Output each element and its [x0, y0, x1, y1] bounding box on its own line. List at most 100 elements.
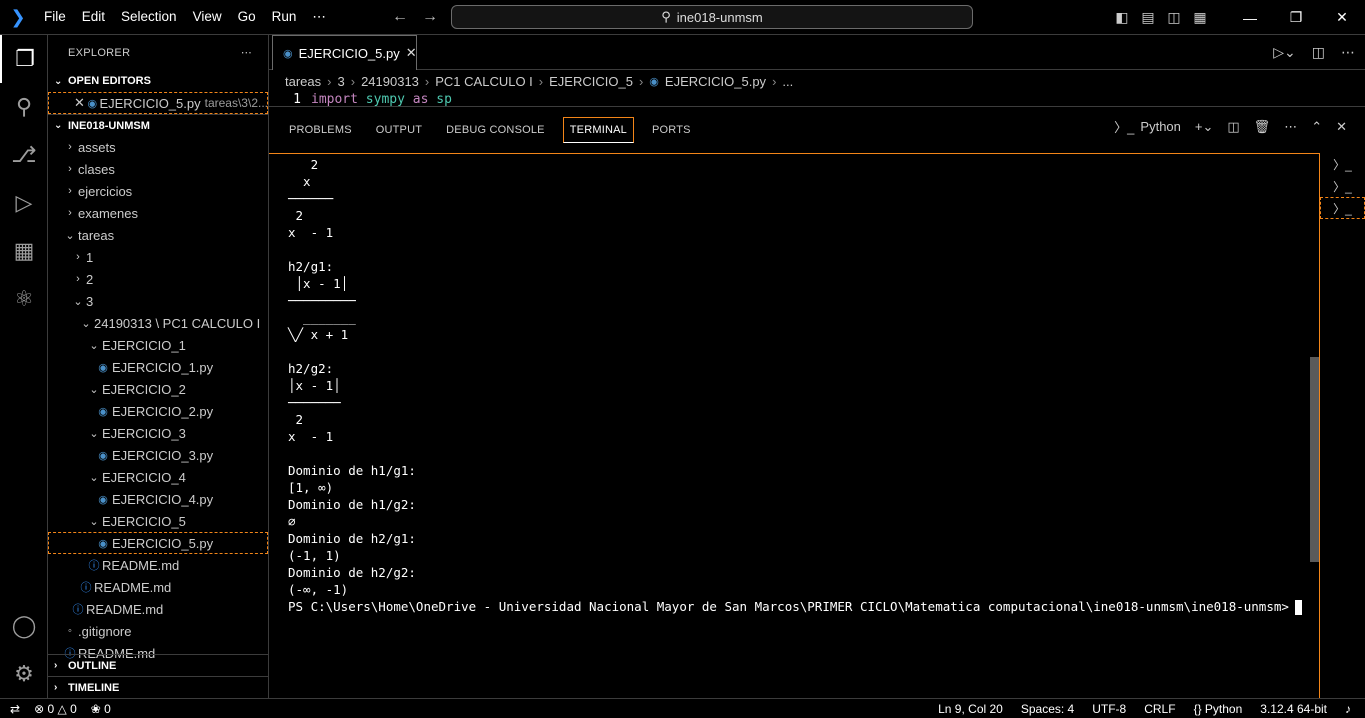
close-icon[interactable]: ✕: [74, 95, 85, 111]
command-center-search[interactable]: ⚲ ine018-unmsm: [451, 5, 973, 29]
source-control-icon[interactable]: ⎇: [0, 131, 48, 179]
toggle-panel-icon[interactable]: ▤: [1135, 9, 1161, 26]
minimize-button[interactable]: —: [1227, 10, 1273, 26]
split-editor-icon[interactable]: ◫: [1312, 44, 1325, 61]
tree-file[interactable]: ◉ EJERCICIO_4.py: [48, 488, 268, 510]
tree-folder[interactable]: ⌄ 3: [48, 290, 268, 312]
indentation[interactable]: Spaces: 4: [1021, 702, 1074, 716]
tree-file[interactable]: ◉ EJERCICIO_5.py: [48, 532, 268, 554]
settings-gear-icon[interactable]: ⚙: [0, 650, 48, 698]
terminal-output[interactable]: 2 x ────── 2x - 1 h2/g1: │x - 1│ ───────── …: [269, 153, 1320, 699]
toggle-secondary-sidebar-icon[interactable]: ◫: [1161, 9, 1187, 26]
toggle-sidebar-icon[interactable]: ◧: [1109, 9, 1135, 26]
back-arrow-icon[interactable]: ←: [392, 8, 408, 26]
language-mode[interactable]: {} Python: [1194, 702, 1243, 716]
menu-selection[interactable]: Selection: [113, 9, 185, 25]
new-terminal-icon[interactable]: +⌄: [1195, 119, 1213, 135]
close-tab-icon[interactable]: ✕: [406, 45, 417, 61]
tab-ports[interactable]: PORTS: [646, 118, 697, 142]
tree-folder[interactable]: › ejercicios: [48, 180, 268, 202]
accounts-icon[interactable]: ◯: [0, 602, 48, 650]
split-terminal-icon[interactable]: ◫: [1227, 119, 1239, 135]
encoding[interactable]: UTF-8: [1092, 702, 1126, 716]
remote-icon[interactable]: ⇄: [10, 702, 20, 716]
terminal-instance-icon[interactable]: 〉_: [1320, 175, 1365, 197]
run-file-icon[interactable]: ▷⌄: [1273, 44, 1296, 61]
tab-problems[interactable]: PROBLEMS: [283, 118, 358, 142]
tree-folder[interactable]: › clases: [48, 158, 268, 180]
menu-view[interactable]: View: [185, 9, 230, 25]
tree-file[interactable]: ◉ EJERCICIO_2.py: [48, 400, 268, 422]
tree-file[interactable]: ⓘ README.md: [48, 598, 268, 620]
breadcrumb-item[interactable]: tareas: [285, 74, 321, 89]
forward-arrow-icon[interactable]: →: [422, 8, 438, 26]
maximize-panel-icon[interactable]: ⌃: [1311, 119, 1322, 135]
breadcrumb-item[interactable]: EJERCICIO_5.py: [665, 74, 766, 89]
more-actions-icon[interactable]: ⋯: [1341, 44, 1355, 61]
tree-folder[interactable]: ⌄ 24190313 \ PC1 CALCULO I: [48, 312, 268, 334]
menu-more[interactable]: ⋯: [304, 9, 334, 25]
tab-output[interactable]: OUTPUT: [370, 118, 428, 142]
extensions-icon[interactable]: ▦: [0, 227, 48, 275]
tree-folder[interactable]: › 2: [48, 268, 268, 290]
tree-folder[interactable]: ⌄ EJERCICIO_4: [48, 466, 268, 488]
tree-folder[interactable]: ⌄ tareas: [48, 224, 268, 246]
search-view-icon[interactable]: ⚲: [0, 83, 48, 131]
tree-file[interactable]: ⓘ README.md: [48, 554, 268, 576]
tab-ejercicio-5[interactable]: ◉ EJERCICIO_5.py ✕: [272, 35, 417, 70]
cursor-position[interactable]: Ln 9, Col 20: [938, 702, 1003, 716]
workspace-section[interactable]: ⌄ INE018-UNMSM: [48, 114, 268, 136]
close-panel-icon[interactable]: ✕: [1336, 119, 1347, 135]
terminal-scrollbar[interactable]: [1310, 357, 1319, 562]
markdown-file-icon: ⓘ: [88, 560, 100, 572]
tree-folder[interactable]: ⌄ EJERCICIO_1: [48, 334, 268, 356]
terminal-instance-icon[interactable]: 〉_: [1320, 197, 1365, 219]
breadcrumb-item[interactable]: ...: [782, 74, 793, 89]
tree-folder[interactable]: › assets: [48, 136, 268, 158]
tree-file[interactable]: ⓘ README.md: [48, 576, 268, 598]
shell-label[interactable]: Python: [1140, 119, 1180, 134]
menu-run[interactable]: Run: [264, 9, 305, 25]
python-interpreter[interactable]: 3.12.4 64-bit: [1260, 702, 1327, 716]
menu-edit[interactable]: Edit: [74, 9, 113, 25]
tree-folder[interactable]: › 1: [48, 246, 268, 268]
breadcrumb-item[interactable]: 24190313: [361, 74, 419, 89]
terminal-line: ─────────: [288, 293, 356, 308]
problems-status[interactable]: ⊗ 0 △ 0: [34, 702, 77, 716]
run-debug-icon[interactable]: ▷: [0, 179, 48, 227]
end-of-line[interactable]: CRLF: [1144, 702, 1175, 716]
tree-folder[interactable]: ⌄ EJERCICIO_5: [48, 510, 268, 532]
tree-folder[interactable]: ⌄ EJERCICIO_3: [48, 422, 268, 444]
tab-terminal[interactable]: TERMINAL: [562, 117, 634, 143]
notifications-bell-icon[interactable]: ♪: [1345, 702, 1351, 716]
terminal-instance-icon[interactable]: 〉_: [1320, 153, 1365, 175]
chevron-down-icon: ⌄: [81, 317, 91, 330]
outline-section[interactable]: › OUTLINE: [48, 654, 268, 676]
testing-icon[interactable]: ⚛: [0, 275, 48, 323]
open-editors-section[interactable]: ⌄ OPEN EDITORS: [48, 70, 268, 92]
more-actions-icon[interactable]: ⋯: [1284, 119, 1297, 135]
bottom-panel: PROBLEMS OUTPUT DEBUG CONSOLE TERMINAL P…: [269, 106, 1365, 699]
explorer-icon[interactable]: ❐: [0, 35, 48, 83]
tree-file[interactable]: ◦ .gitignore: [48, 620, 268, 642]
timeline-section[interactable]: › TIMELINE: [48, 676, 268, 698]
tree-folder[interactable]: › examenes: [48, 202, 268, 224]
breadcrumb-item[interactable]: 3: [337, 74, 344, 89]
breadcrumb-item[interactable]: EJERCICIO_5: [549, 74, 633, 89]
kill-terminal-icon[interactable]: 🗑: [1254, 119, 1271, 135]
breadcrumb-item[interactable]: PC1 CALCULO I: [435, 74, 533, 89]
close-window-button[interactable]: ✕: [1319, 9, 1365, 26]
restore-button[interactable]: ❐: [1273, 9, 1319, 26]
terminal-prompt: PS C:\Users\Home\OneDrive - Universidad …: [288, 599, 1289, 614]
ports-status[interactable]: ❀ 0: [91, 702, 111, 716]
menu-file[interactable]: File: [36, 9, 74, 25]
open-editor-item[interactable]: ✕ ◉ EJERCICIO_5.py tareas\3\2...: [48, 92, 268, 114]
tree-file[interactable]: ◉ EJERCICIO_3.py: [48, 444, 268, 466]
code-line[interactable]: 1 import sympy as sp: [269, 92, 1365, 106]
customize-layout-icon[interactable]: ▦: [1187, 9, 1213, 26]
menu-go[interactable]: Go: [230, 9, 264, 25]
tree-folder[interactable]: ⌄ EJERCICIO_2: [48, 378, 268, 400]
tree-file[interactable]: ◉ EJERCICIO_1.py: [48, 356, 268, 378]
more-actions-icon[interactable]: ⋯: [241, 46, 252, 59]
tab-debug-console[interactable]: DEBUG CONSOLE: [440, 118, 551, 142]
